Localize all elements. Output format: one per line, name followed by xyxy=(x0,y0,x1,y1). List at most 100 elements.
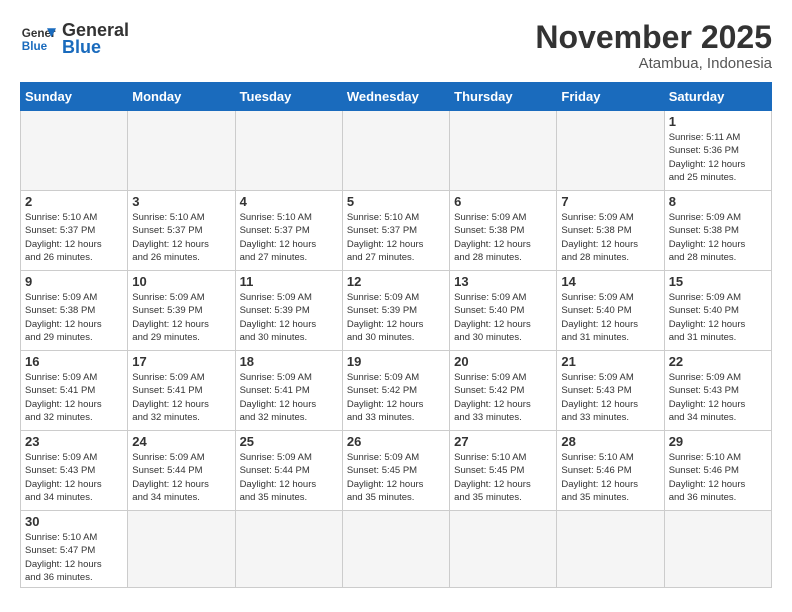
day-number: 16 xyxy=(25,354,123,369)
calendar-day-cell: 10Sunrise: 5:09 AMSunset: 5:39 PMDayligh… xyxy=(128,271,235,351)
calendar-day-cell xyxy=(664,511,771,588)
day-info: Sunrise: 5:09 AMSunset: 5:38 PMDaylight:… xyxy=(454,211,552,264)
day-info: Sunrise: 5:09 AMSunset: 5:42 PMDaylight:… xyxy=(454,371,552,424)
day-number: 22 xyxy=(669,354,767,369)
day-info: Sunrise: 5:09 AMSunset: 5:38 PMDaylight:… xyxy=(561,211,659,264)
calendar-week-row: 16 Sunrise: 5:09 AMSunset: 5:41 PMDayligh… xyxy=(21,351,772,431)
day-number: 4 xyxy=(240,194,338,209)
day-info: Sunrise: 5:10 AMSunset: 5:37 PMDaylight:… xyxy=(25,211,123,264)
calendar-day-cell: 1 Sunrise: 5:11 AMSunset: 5:36 PMDaylight… xyxy=(664,111,771,191)
month-title: November 2025 xyxy=(535,20,772,55)
calendar-day-cell: 25 Sunrise: 5:09 AMSunset: 5:44 PMDayligh… xyxy=(235,431,342,511)
calendar-day-cell: 2Sunrise: 5:10 AMSunset: 5:37 PMDaylight… xyxy=(21,191,128,271)
calendar-day-cell xyxy=(557,111,664,191)
day-number: 24 xyxy=(132,434,230,449)
day-number: 15 xyxy=(669,274,767,289)
calendar-day-cell: 8Sunrise: 5:09 AMSunset: 5:38 PMDaylight… xyxy=(664,191,771,271)
day-info: Sunrise: 5:10 AMSunset: 5:45 PMDaylight:… xyxy=(454,451,552,504)
calendar-day-cell: 20 Sunrise: 5:09 AMSunset: 5:42 PMDayligh… xyxy=(450,351,557,431)
day-number: 29 xyxy=(669,434,767,449)
day-info: Sunrise: 5:09 AMSunset: 5:42 PMDaylight:… xyxy=(347,371,445,424)
calendar-day-cell xyxy=(128,511,235,588)
day-number: 21 xyxy=(561,354,659,369)
calendar-day-cell xyxy=(21,111,128,191)
day-number: 30 xyxy=(25,514,123,529)
weekday-header: Thursday xyxy=(450,83,557,111)
day-info: Sunrise: 5:10 AMSunset: 5:37 PMDaylight:… xyxy=(240,211,338,264)
title-block: November 2025 Atambua, Indonesia xyxy=(535,20,772,72)
calendar-week-row: 2Sunrise: 5:10 AMSunset: 5:37 PMDaylight… xyxy=(21,191,772,271)
calendar-day-cell xyxy=(450,111,557,191)
calendar-day-cell: 9Sunrise: 5:09 AMSunset: 5:38 PMDaylight… xyxy=(21,271,128,351)
day-number: 20 xyxy=(454,354,552,369)
day-info: Sunrise: 5:10 AMSunset: 5:46 PMDaylight:… xyxy=(669,451,767,504)
weekday-header: Friday xyxy=(557,83,664,111)
day-number: 25 xyxy=(240,434,338,449)
day-number: 7 xyxy=(561,194,659,209)
calendar-day-cell xyxy=(235,511,342,588)
calendar-day-cell: 15 Sunrise: 5:09 AMSunset: 5:40 PMDayligh… xyxy=(664,271,771,351)
calendar-day-cell: 4 Sunrise: 5:10 AMSunset: 5:37 PMDaylight… xyxy=(235,191,342,271)
calendar-day-cell: 29 Sunrise: 5:10 AMSunset: 5:46 PMDayligh… xyxy=(664,431,771,511)
calendar-day-cell: 11 Sunrise: 5:09 AMSunset: 5:39 PMDayligh… xyxy=(235,271,342,351)
day-info: Sunrise: 5:11 AMSunset: 5:36 PMDaylight:… xyxy=(669,131,767,184)
day-info: Sunrise: 5:09 AMSunset: 5:45 PMDaylight:… xyxy=(347,451,445,504)
calendar-week-row: 9Sunrise: 5:09 AMSunset: 5:38 PMDaylight… xyxy=(21,271,772,351)
day-info: Sunrise: 5:09 AMSunset: 5:38 PMDaylight:… xyxy=(669,211,767,264)
day-number: 14 xyxy=(561,274,659,289)
day-number: 12 xyxy=(347,274,445,289)
day-number: 6 xyxy=(454,194,552,209)
weekday-header: Wednesday xyxy=(342,83,449,111)
page-header: General Blue General Blue November 2025 … xyxy=(20,20,772,72)
logo: General Blue General Blue xyxy=(20,20,129,58)
calendar-day-cell: 12Sunrise: 5:09 AMSunset: 5:39 PMDayligh… xyxy=(342,271,449,351)
calendar-day-cell: 19 Sunrise: 5:09 AMSunset: 5:42 PMDayligh… xyxy=(342,351,449,431)
calendar-day-cell: 22Sunrise: 5:09 AMSunset: 5:43 PMDayligh… xyxy=(664,351,771,431)
day-info: Sunrise: 5:09 AMSunset: 5:44 PMDaylight:… xyxy=(132,451,230,504)
day-number: 28 xyxy=(561,434,659,449)
day-number: 5 xyxy=(347,194,445,209)
calendar-day-cell xyxy=(128,111,235,191)
day-info: Sunrise: 5:10 AMSunset: 5:47 PMDaylight:… xyxy=(25,531,123,584)
calendar-day-cell xyxy=(450,511,557,588)
weekday-header: Saturday xyxy=(664,83,771,111)
calendar-day-cell: 26 Sunrise: 5:09 AMSunset: 5:45 PMDayligh… xyxy=(342,431,449,511)
day-number: 27 xyxy=(454,434,552,449)
calendar-day-cell: 24 Sunrise: 5:09 AMSunset: 5:44 PMDayligh… xyxy=(128,431,235,511)
calendar-day-cell: 27 Sunrise: 5:10 AMSunset: 5:45 PMDayligh… xyxy=(450,431,557,511)
day-number: 26 xyxy=(347,434,445,449)
day-info: Sunrise: 5:09 AMSunset: 5:40 PMDaylight:… xyxy=(454,291,552,344)
day-info: Sunrise: 5:09 AMSunset: 5:39 PMDaylight:… xyxy=(240,291,338,344)
calendar-day-cell xyxy=(557,511,664,588)
calendar-week-row: 30 Sunrise: 5:10 AMSunset: 5:47 PMDayligh… xyxy=(21,511,772,588)
logo-icon: General Blue xyxy=(20,21,56,57)
day-number: 9 xyxy=(25,274,123,289)
day-info: Sunrise: 5:09 AMSunset: 5:41 PMDaylight:… xyxy=(132,371,230,424)
day-info: Sunrise: 5:09 AMSunset: 5:40 PMDaylight:… xyxy=(669,291,767,344)
day-number: 11 xyxy=(240,274,338,289)
day-number: 19 xyxy=(347,354,445,369)
day-info: Sunrise: 5:09 AMSunset: 5:41 PMDaylight:… xyxy=(25,371,123,424)
calendar-day-cell: 17Sunrise: 5:09 AMSunset: 5:41 PMDayligh… xyxy=(128,351,235,431)
calendar-day-cell: 14 Sunrise: 5:09 AMSunset: 5:40 PMDayligh… xyxy=(557,271,664,351)
day-info: Sunrise: 5:10 AMSunset: 5:46 PMDaylight:… xyxy=(561,451,659,504)
calendar-day-cell xyxy=(342,511,449,588)
calendar-day-cell: 23 Sunrise: 5:09 AMSunset: 5:43 PMDayligh… xyxy=(21,431,128,511)
day-info: Sunrise: 5:10 AMSunset: 5:37 PMDaylight:… xyxy=(347,211,445,264)
day-number: 1 xyxy=(669,114,767,129)
svg-text:Blue: Blue xyxy=(22,40,48,53)
day-number: 10 xyxy=(132,274,230,289)
day-number: 3 xyxy=(132,194,230,209)
day-info: Sunrise: 5:09 AMSunset: 5:43 PMDaylight:… xyxy=(25,451,123,504)
calendar-day-cell: 28 Sunrise: 5:10 AMSunset: 5:46 PMDayligh… xyxy=(557,431,664,511)
day-number: 13 xyxy=(454,274,552,289)
calendar-day-cell: 6 Sunrise: 5:09 AMSunset: 5:38 PMDaylight… xyxy=(450,191,557,271)
day-info: Sunrise: 5:09 AMSunset: 5:40 PMDaylight:… xyxy=(561,291,659,344)
day-info: Sunrise: 5:09 AMSunset: 5:44 PMDaylight:… xyxy=(240,451,338,504)
calendar-week-row: 1 Sunrise: 5:11 AMSunset: 5:36 PMDaylight… xyxy=(21,111,772,191)
day-number: 18 xyxy=(240,354,338,369)
calendar-day-cell: 21Sunrise: 5:09 AMSunset: 5:43 PMDayligh… xyxy=(557,351,664,431)
day-number: 23 xyxy=(25,434,123,449)
weekday-header: Monday xyxy=(128,83,235,111)
calendar-day-cell: 30 Sunrise: 5:10 AMSunset: 5:47 PMDayligh… xyxy=(21,511,128,588)
